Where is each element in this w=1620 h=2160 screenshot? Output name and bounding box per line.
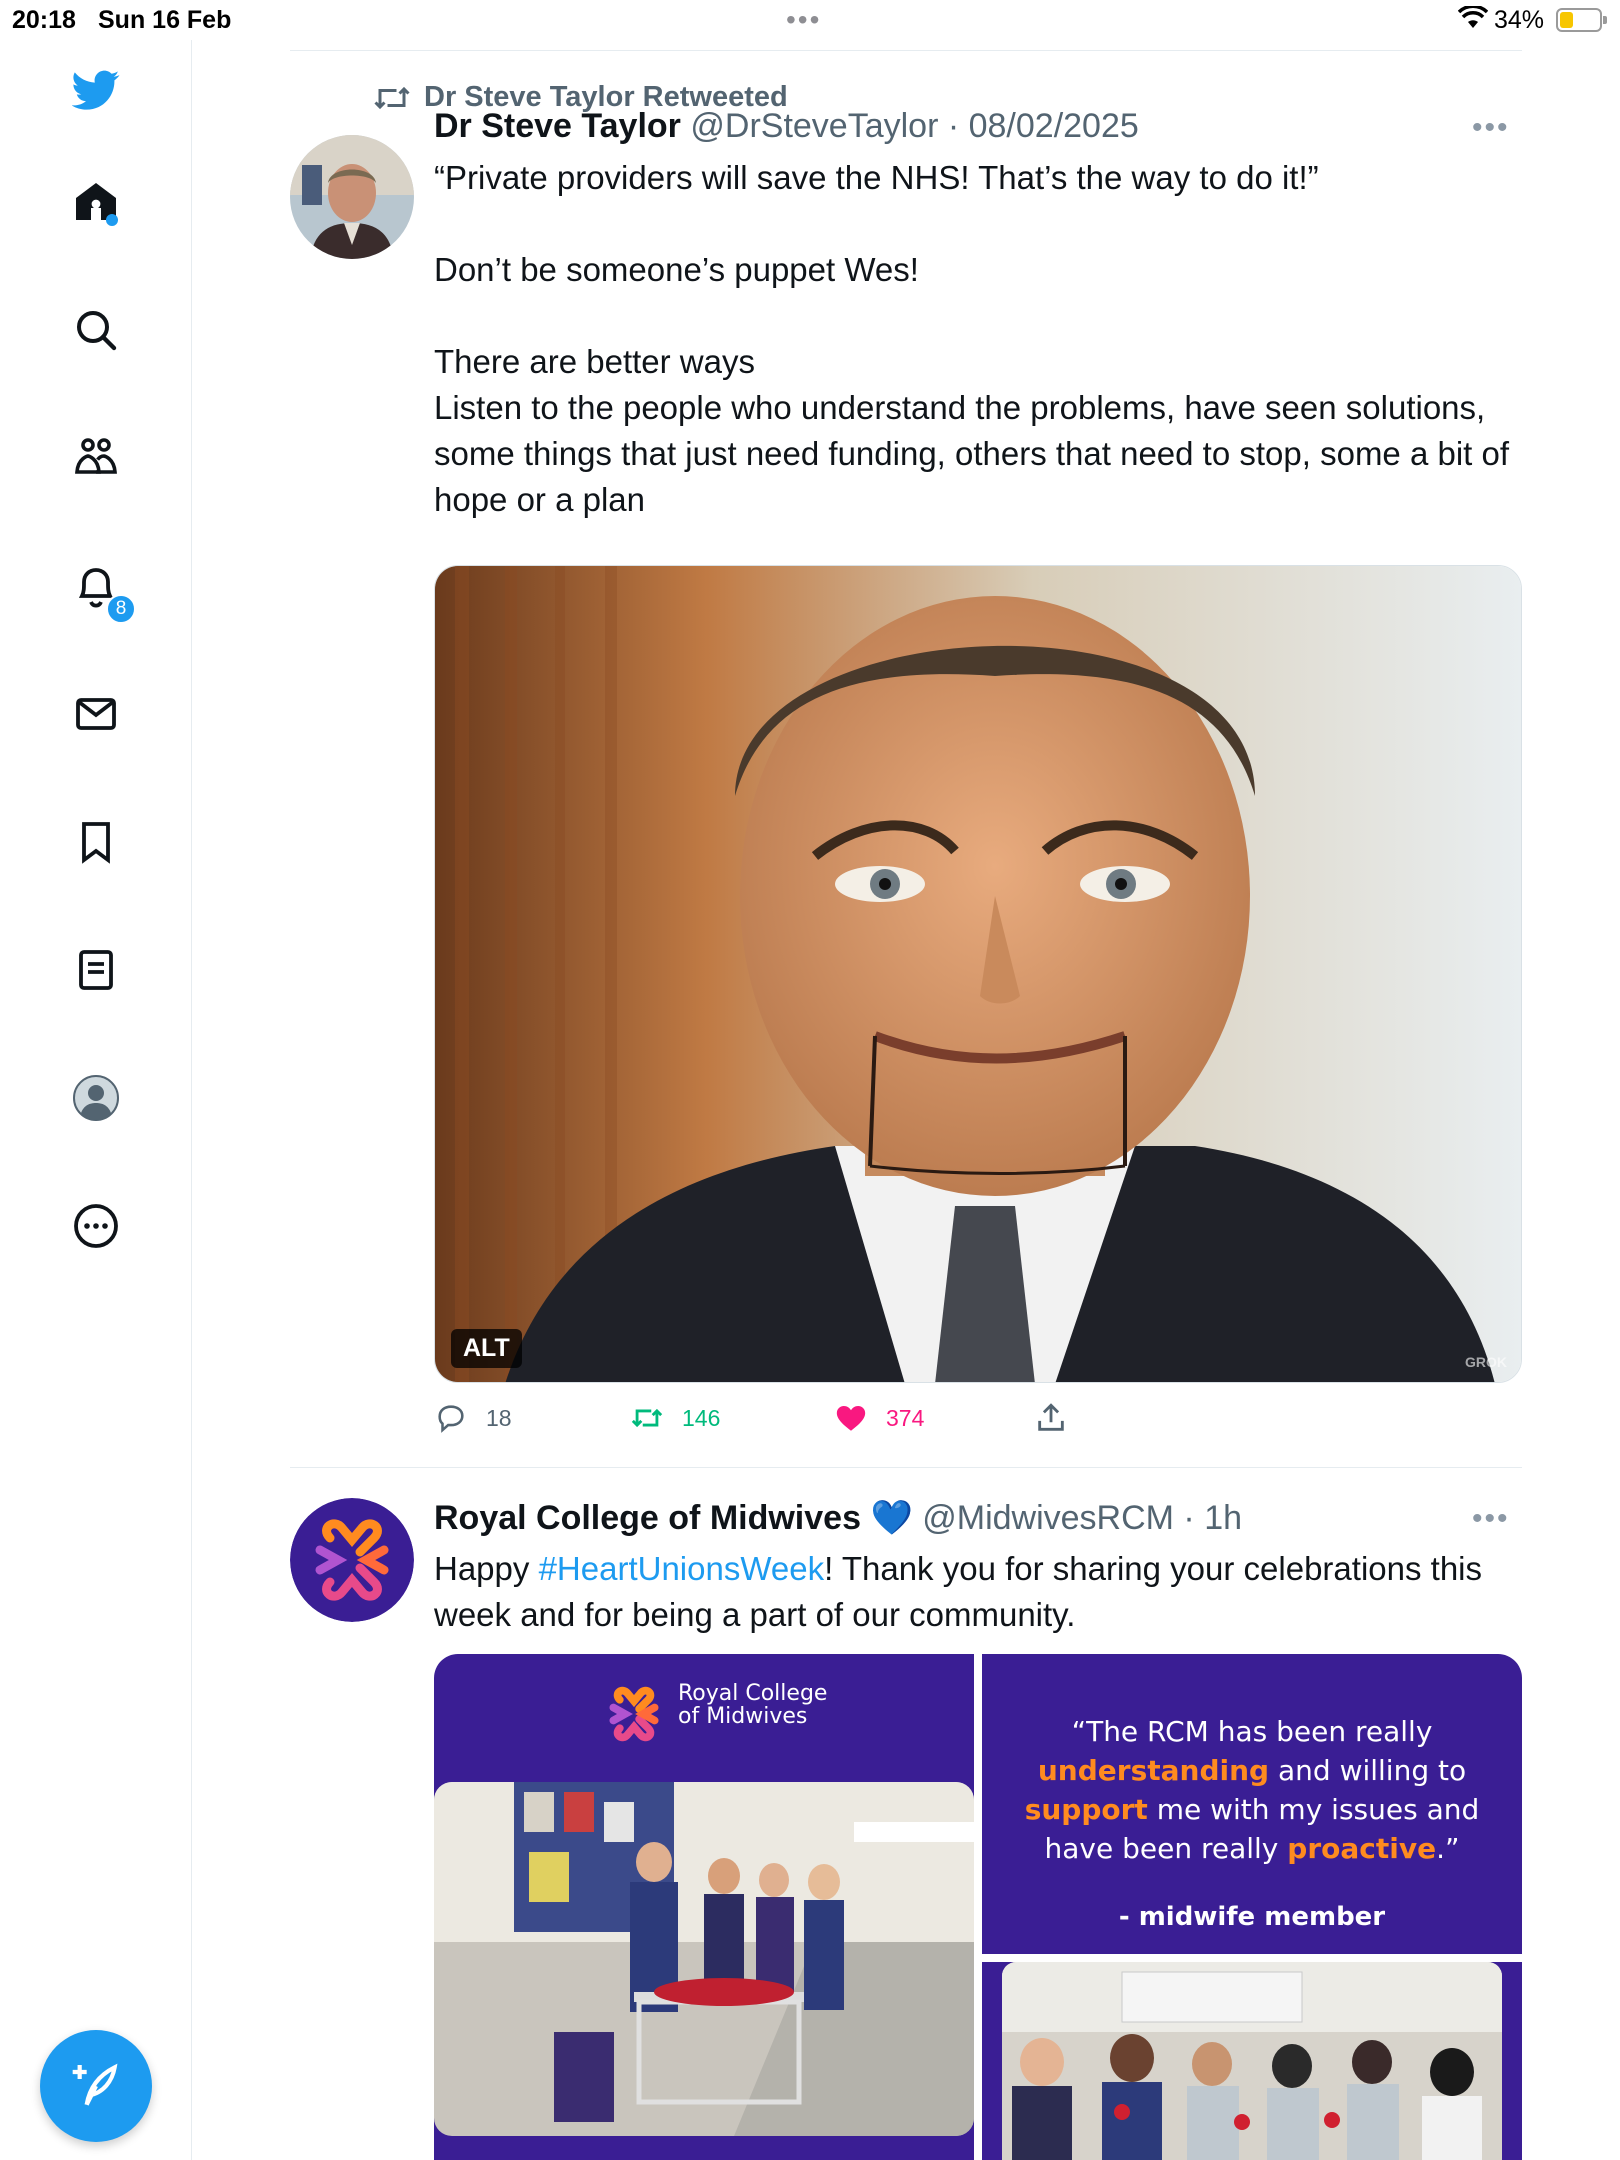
feather-plus-icon [72, 2063, 118, 2106]
quote-highlight: understanding [1037, 1754, 1270, 1787]
author-avatar[interactable] [290, 135, 414, 259]
tweet-image[interactable]: ALT GROK [434, 565, 1522, 1383]
tweet-actions: 18 146 374 [434, 1401, 1134, 1441]
home-icon[interactable] [64, 170, 128, 234]
envelope-icon[interactable] [64, 682, 128, 746]
rcm-photo-panel[interactable]: Royal College of Midwives [434, 1654, 974, 2160]
reply-icon [438, 1405, 464, 1433]
member-quote: “The RCM has been really understanding a… [1012, 1712, 1492, 1868]
tweet-text-line: Listen to the people who understand the … [434, 389, 1510, 518]
battery-icon [1556, 8, 1607, 32]
logo-line: Royal College [678, 1681, 828, 1706]
tweet-more-icon[interactable]: ••• [1472, 1502, 1522, 1536]
retweet-icon [374, 86, 410, 109]
author-name[interactable]: Royal College of Midwives [434, 1499, 861, 1537]
rcm-quote-panel[interactable]: “The RCM has been really understanding a… [982, 1654, 1522, 1954]
quote-text: “The RCM has been really [1071, 1715, 1433, 1748]
midwives-group-photo [434, 1782, 974, 2136]
alt-text-badge[interactable]: ALT [451, 1329, 522, 1368]
tweet[interactable]: Dr Steve Taylor Retweeted Dr Steve Taylo… [290, 51, 1522, 1467]
rcm-logo-text: Royal College of Midwives [678, 1682, 827, 1728]
list-icon[interactable] [64, 938, 128, 1002]
tweet-text-line: Don’t be someone’s puppet Wes! [434, 251, 919, 288]
tweet-text: “Private providers will save the NHS! Th… [434, 155, 1524, 523]
retweet-count: 146 [682, 1404, 721, 1431]
logo-line: of Midwives [678, 1704, 808, 1729]
puppet-image [435, 566, 1521, 1382]
search-icon[interactable] [64, 298, 128, 362]
status-date: Sun 16 Feb [98, 6, 232, 34]
retweet-icon [631, 1408, 663, 1428]
heart-icon [836, 1405, 866, 1431]
wifi-icon [1457, 4, 1489, 37]
hashtag-link[interactable]: #HeartUnionsWeek [539, 1550, 825, 1587]
tweet-text: Happy #HeartUnionsWeek! Thank you for sh… [434, 1546, 1524, 1638]
compose-tweet-button[interactable] [40, 2030, 152, 2142]
status-time: 20:18 [12, 6, 76, 34]
multitask-dots-icon[interactable]: ••• [786, 4, 821, 36]
verified-heart-icon: 💙 [870, 1499, 913, 1537]
twitter-bird-icon[interactable] [64, 58, 128, 122]
tweet-text-line: “Private providers will save the NHS! Th… [434, 159, 1319, 196]
like-button[interactable]: 374 [834, 1401, 924, 1435]
quote-highlight: support [1024, 1793, 1148, 1826]
quote-highlight: proactive [1287, 1832, 1437, 1865]
timeline-feed: Dr Steve Taylor Retweeted Dr Steve Taylo… [290, 50, 1522, 2160]
tweet[interactable]: Royal College of Midwives 💙 @MidwivesRCM… [290, 1468, 1522, 2160]
tweet-text-line: There are better ways [434, 343, 755, 380]
tweet-more-icon[interactable]: ••• [1472, 111, 1522, 145]
status-bar: 20:18 Sun 16 Feb ••• 34% [0, 0, 1620, 40]
communities-icon[interactable] [64, 426, 128, 490]
sidebar-nav: 8 [0, 40, 192, 2160]
rcm-avatar[interactable] [290, 1498, 414, 1622]
tweet-image-grid[interactable]: Royal College of Midwives “The RCM has b… [434, 1654, 1522, 2160]
profile-icon[interactable] [64, 1066, 128, 1130]
grok-watermark: GROK [1465, 1354, 1507, 1370]
reply-button[interactable]: 18 [434, 1401, 512, 1435]
like-count: 374 [886, 1404, 925, 1431]
home-unread-dot [106, 214, 118, 226]
more-circle-icon[interactable] [64, 1194, 128, 1258]
tweet-header: Royal College of Midwives 💙 @MidwivesRCM… [434, 1498, 1242, 1538]
reply-count: 18 [486, 1404, 512, 1431]
retweet-button[interactable]: 146 [630, 1401, 720, 1435]
rcm-logo-icon [609, 1686, 659, 1742]
bookmark-icon[interactable] [64, 810, 128, 874]
quote-text: and willing to [1269, 1754, 1467, 1787]
tweet-header: Dr Steve Taylor @DrSteveTaylor · 08/02/2… [434, 107, 1139, 146]
share-button[interactable] [1034, 1401, 1068, 1435]
quote-signoff: - midwife member [1118, 1902, 1386, 1932]
author-handle-date[interactable]: @DrSteveTaylor · 08/02/2025 [690, 107, 1138, 145]
author-name[interactable]: Dr Steve Taylor [434, 107, 681, 145]
notification-badge: 8 [106, 594, 136, 624]
tweet-text-prefix: Happy [434, 1550, 539, 1587]
quote-text: .” [1436, 1832, 1460, 1865]
midwives-celebration-photo [1002, 1962, 1502, 2160]
battery-percent: 34% [1494, 6, 1545, 34]
share-icon [1038, 1403, 1064, 1431]
author-handle-date[interactable]: @MidwivesRCM · 1h [922, 1499, 1242, 1537]
rcm-photo-panel-2[interactable] [982, 1962, 1522, 2160]
